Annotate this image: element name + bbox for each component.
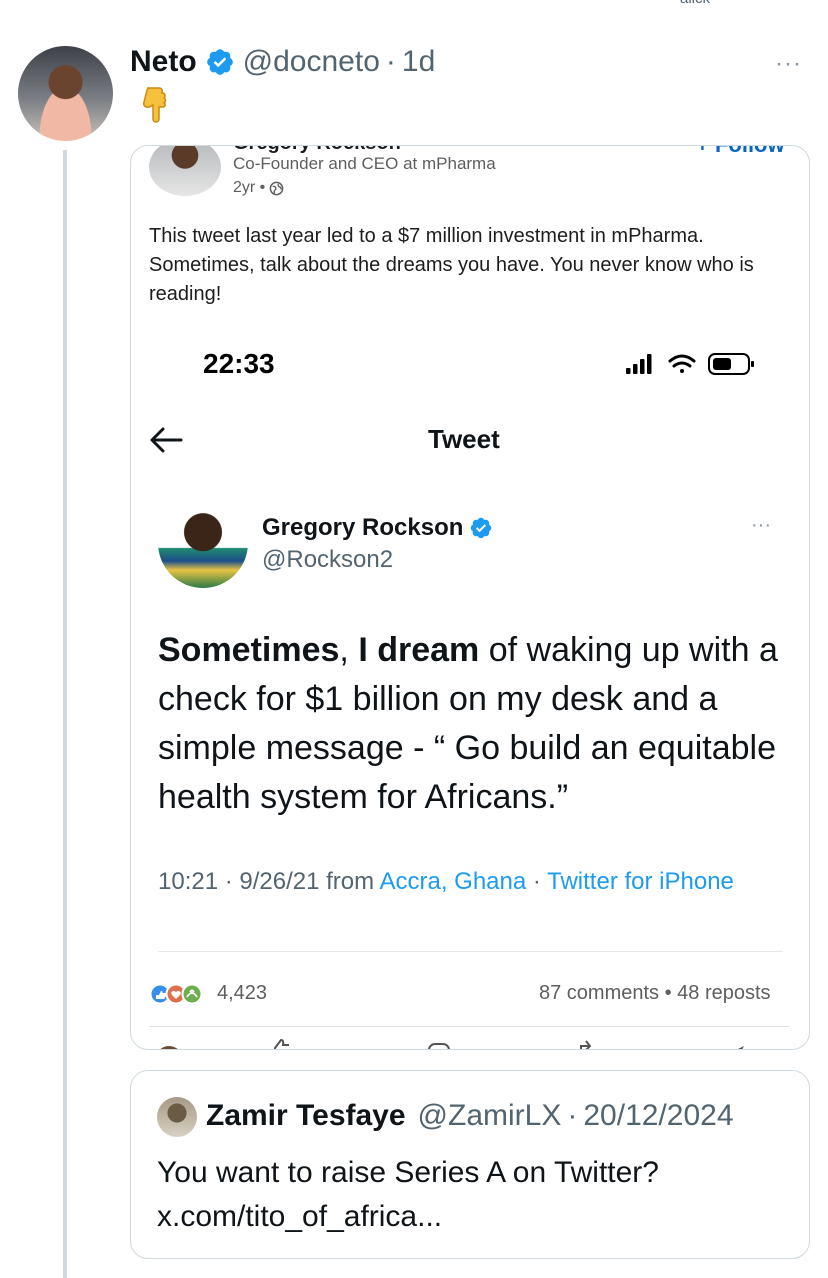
post-time[interactable]: 1d bbox=[402, 45, 435, 79]
linkedin-age-text: 2yr • bbox=[233, 179, 266, 196]
inner-tweet-author-name: Gregory Rockson bbox=[262, 514, 464, 541]
quoted-tweet-card[interactable]: Zamir Tesfaye @ZamirLX · 20/12/2024 You … bbox=[130, 1070, 810, 1259]
globe-icon bbox=[269, 181, 284, 195]
cellular-signal-icon bbox=[626, 354, 652, 374]
commenter-avatar-icon bbox=[160, 1046, 178, 1049]
thread-line bbox=[63, 150, 67, 1278]
inner-text-part-1: , bbox=[339, 631, 359, 669]
inner-tweet-handle: @Rockson2 bbox=[262, 546, 394, 573]
cut-off-text: alick bbox=[680, 0, 710, 7]
inner-text-bold-2: I dream bbox=[358, 631, 480, 669]
linkedin-follow-button[interactable]: + Follow bbox=[696, 146, 785, 158]
linkedin-post-age: 2yr • bbox=[233, 179, 284, 197]
quote-date[interactable]: 20/12/2024 bbox=[583, 1099, 733, 1133]
quote-author-name[interactable]: Zamir Tesfaye bbox=[206, 1099, 406, 1133]
inner-meta-time: 10:21 · 9/26/21 from bbox=[158, 868, 380, 895]
reaction-icons bbox=[149, 983, 203, 1004]
linkedin-action-bar bbox=[160, 1038, 744, 1049]
comments-reposts-count[interactable]: 87 comments • 48 reposts bbox=[539, 982, 771, 1005]
inner-more-icon: ··· bbox=[751, 514, 771, 536]
quote-author-handle[interactable]: @ZamirLX bbox=[418, 1099, 562, 1133]
quote-text-line-1: You want to raise Series A on Twitter? bbox=[157, 1156, 659, 1189]
inner-meta-client: Twitter for iPhone bbox=[547, 868, 734, 895]
send-icon bbox=[738, 1046, 744, 1049]
phone-page-title: Tweet bbox=[428, 424, 500, 454]
inner-tweet-avatar bbox=[158, 498, 248, 588]
inner-text-bold-1: Sometimes bbox=[158, 631, 340, 669]
actions-divider bbox=[149, 1026, 789, 1027]
linkedin-post-text: This tweet last year led to a $7 million… bbox=[149, 225, 754, 305]
linkedin-author-avatar[interactable] bbox=[149, 146, 221, 196]
inner-divider bbox=[158, 951, 783, 952]
repost-icon bbox=[580, 1040, 592, 1049]
quote-header: Zamir Tesfaye @ZamirLX · 20/12/2024 bbox=[206, 1099, 734, 1133]
inner-tweet-meta: 10:21 · 9/26/21 from Accra, Ghana · Twit… bbox=[158, 864, 758, 899]
separator-dot: · bbox=[385, 45, 396, 78]
verified-badge-icon bbox=[471, 517, 492, 539]
pointing-down-emoji-icon bbox=[143, 87, 167, 123]
verified-badge-icon bbox=[206, 49, 233, 75]
back-arrow-icon[interactable] bbox=[149, 426, 183, 454]
more-options-button[interactable]: ··· bbox=[775, 50, 802, 78]
inner-meta-location: Accra, Ghana bbox=[379, 868, 527, 895]
post-header: Neto @docneto · 1d bbox=[130, 42, 435, 82]
wifi-icon bbox=[668, 354, 696, 373]
quote-text-line-2[interactable]: x.com/tito_of_africa... bbox=[157, 1195, 787, 1239]
author-avatar[interactable] bbox=[18, 46, 113, 141]
phone-status-icons bbox=[626, 353, 754, 375]
phone-status-time: 22:33 bbox=[203, 348, 275, 379]
reactions-count: 4,423 bbox=[217, 982, 268, 1004]
linkedin-post-card[interactable]: Gregory Rockson + Follow Co-Founder and … bbox=[130, 145, 810, 1050]
author-handle[interactable]: @docneto bbox=[243, 45, 380, 79]
quote-author-avatar[interactable] bbox=[157, 1097, 197, 1137]
inner-tweet-text: Sometimes, I dream of waking up with a c… bbox=[158, 626, 788, 822]
linkedin-reactions[interactable]: 4,423 bbox=[149, 982, 267, 1005]
inner-tweet-author: Gregory Rockson bbox=[262, 514, 493, 542]
comment-icon bbox=[428, 1043, 450, 1049]
like-icon bbox=[274, 1038, 289, 1049]
quote-separator: · bbox=[567, 1099, 578, 1132]
inner-meta-sep: · bbox=[526, 868, 548, 895]
battery-icon bbox=[708, 353, 754, 375]
author-name[interactable]: Neto bbox=[130, 45, 197, 79]
quote-text: You want to raise Series A on Twitter? x… bbox=[157, 1151, 787, 1239]
linkedin-author-title: Co-Founder and CEO at mPharma bbox=[233, 154, 496, 173]
